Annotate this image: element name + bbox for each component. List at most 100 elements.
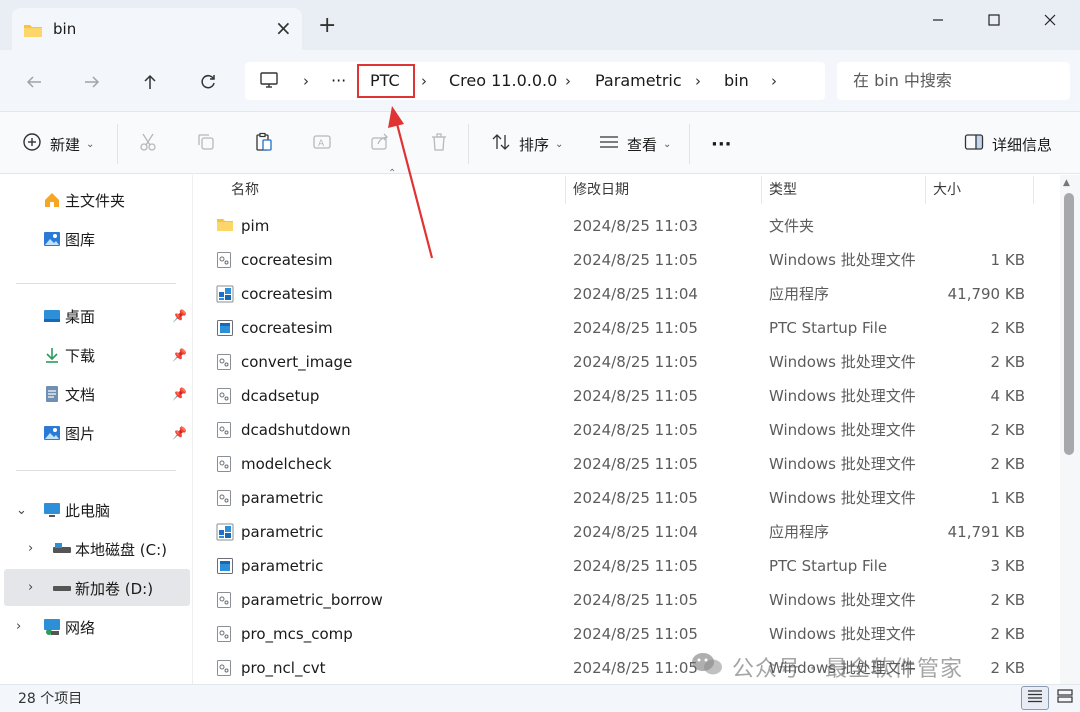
chevron-down-icon: ⌄ <box>555 138 564 150</box>
chevron-right-icon[interactable]: › <box>695 62 701 100</box>
batch-file-icon <box>216 387 234 405</box>
file-row[interactable]: dcadsetup 2024/8/25 11:05 Windows 批处理文件 4 K… <box>194 379 1060 413</box>
close-window-icon[interactable] <box>1030 8 1070 32</box>
application-icon <box>216 285 234 303</box>
file-row[interactable]: parametric 2024/8/25 11:04 应用程序 41,791 KB <box>194 515 1060 549</box>
address-bar[interactable]: › ··· PTC › Creo 11.0.0.0 › Parametric ›… <box>245 62 825 100</box>
column-divider[interactable] <box>925 176 926 204</box>
new-button[interactable]: 新建 ⌄ <box>22 131 94 157</box>
sidebar-item-label: 桌面 <box>65 307 96 326</box>
chevron-down-icon[interactable]: ⌄ <box>16 503 27 518</box>
breadcrumb-overflow[interactable]: ··· <box>331 62 346 100</box>
file-row[interactable]: parametric 2024/8/25 11:05 PTC Startup Fil… <box>194 549 1060 583</box>
pin-icon[interactable]: 📌 <box>172 426 187 440</box>
file-row[interactable]: convert_image 2024/8/25 11:05 Windows 批处理文… <box>194 345 1060 379</box>
maximize-icon[interactable] <box>974 8 1014 32</box>
sidebar-item-downloads[interactable]: 下载 <box>42 340 95 370</box>
batch-file-icon <box>216 421 234 439</box>
folder-icon <box>23 22 43 42</box>
details-pane-button[interactable]: 详细信息 <box>964 131 1052 157</box>
file-name: pro_mcs_comp <box>241 625 353 643</box>
sidebar-item-label: 本地磁盘 (C:) <box>75 540 167 559</box>
scrollbar-thumb[interactable] <box>1064 193 1074 455</box>
column-divider[interactable] <box>565 176 566 204</box>
chevron-right-icon[interactable]: › <box>303 62 309 100</box>
new-tab-button[interactable]: + <box>318 14 336 38</box>
details-view-icon <box>1027 689 1043 707</box>
chevron-right-icon[interactable]: › <box>421 62 427 100</box>
file-row[interactable]: parametric_borrow 2024/8/25 11:05 Windows … <box>194 583 1060 617</box>
column-header-type[interactable]: 类型 <box>769 180 797 200</box>
sort-button[interactable]: 排序 ⌄ <box>491 131 563 157</box>
file-row[interactable]: dcadshutdown 2024/8/25 11:05 Windows 批处理文件… <box>194 413 1060 447</box>
watermark: 公众号 · 最全软件管家 <box>690 650 963 684</box>
view-button[interactable]: 查看 ⌄ <box>599 131 671 157</box>
file-type: Windows 批处理文件 <box>769 387 916 405</box>
file-row[interactable]: modelcheck 2024/8/25 11:05 Windows 批处理文件 2 … <box>194 447 1060 481</box>
breadcrumb-ptc[interactable]: PTC <box>370 62 400 100</box>
up-arrow-icon[interactable] <box>134 66 166 98</box>
minimize-icon[interactable] <box>918 8 958 32</box>
more-options-button[interactable]: ··· <box>711 131 732 157</box>
close-tab-icon[interactable]: × <box>275 16 292 40</box>
file-name: pim <box>241 217 270 235</box>
column-divider[interactable] <box>1033 176 1034 204</box>
breadcrumb-parametric[interactable]: Parametric <box>595 62 682 100</box>
pin-icon[interactable]: 📌 <box>172 309 187 323</box>
pin-icon[interactable]: 📌 <box>172 348 187 362</box>
sidebar-item-network[interactable]: 网络 <box>42 612 95 642</box>
divider <box>16 283 176 284</box>
file-size: 2 KB <box>990 625 1025 643</box>
file-type: Windows 批处理文件 <box>769 489 916 507</box>
details-view-button[interactable] <box>1021 686 1049 710</box>
startup-file-icon <box>216 557 234 575</box>
cut-button[interactable] <box>138 131 158 157</box>
pin-icon[interactable]: 📌 <box>172 387 187 401</box>
sidebar-item-label: 主文件夹 <box>65 191 126 210</box>
sidebar-item-drive-c[interactable]: 本地磁盘 (C:) <box>52 534 167 564</box>
chevron-right-icon[interactable]: › <box>16 619 21 634</box>
back-arrow-icon[interactable] <box>18 66 50 98</box>
paste-button[interactable] <box>254 131 274 157</box>
file-row[interactable]: cocreatesim 2024/8/25 11:05 Windows 批处理文件 1… <box>194 243 1060 277</box>
search-input[interactable]: 在 bin 中搜索 <box>837 62 1070 100</box>
sidebar-item-pictures[interactable]: 图片 <box>42 418 95 448</box>
sidebar-item-drive-d[interactable]: 新加卷 (D:) <box>52 573 153 603</box>
file-row[interactable]: cocreatesim 2024/8/25 11:04 应用程序 41,790 KB <box>194 277 1060 311</box>
sidebar-item-desktop[interactable]: 桌面 <box>42 301 95 331</box>
file-modified-date: 2024/8/25 11:05 <box>573 591 698 609</box>
sidebar-item-this-pc[interactable]: 此电脑 <box>42 495 110 525</box>
refresh-icon[interactable] <box>192 66 224 98</box>
column-divider[interactable] <box>761 176 762 204</box>
breadcrumb-creo[interactable]: Creo 11.0.0.0 <box>449 62 557 100</box>
forward-arrow-icon[interactable] <box>76 66 108 98</box>
rename-button[interactable]: A <box>312 131 332 157</box>
file-row[interactable]: cocreatesim 2024/8/25 11:05 PTC Startup Fi… <box>194 311 1060 345</box>
chevron-right-icon[interactable]: › <box>565 62 571 100</box>
file-type: Windows 批处理文件 <box>769 251 916 269</box>
batch-file-icon <box>216 591 234 609</box>
sidebar-item-documents[interactable]: 文档 <box>42 379 95 409</box>
sidebar-item-gallery[interactable]: 图库 <box>42 224 95 254</box>
view-label: 查看 <box>627 135 658 154</box>
file-name: pro_ncl_cvt <box>241 659 326 677</box>
copy-button[interactable] <box>196 131 216 157</box>
column-header-name[interactable]: 名称 <box>231 180 259 200</box>
chevron-right-icon[interactable]: › <box>28 580 33 595</box>
column-header-size[interactable]: 大小 <box>933 180 961 200</box>
file-name: modelcheck <box>241 455 332 473</box>
batch-file-icon <box>216 251 234 269</box>
column-header-date[interactable]: 修改日期 <box>573 180 629 200</box>
file-row[interactable]: pro_mcs_comp 2024/8/25 11:05 Windows 批处理文件… <box>194 617 1060 651</box>
scroll-up-icon[interactable]: ▲ <box>1063 178 1070 188</box>
chevron-right-icon[interactable]: › <box>28 541 33 556</box>
breadcrumb-bin[interactable]: bin <box>724 62 749 100</box>
annotation-arrow <box>388 106 434 259</box>
file-row[interactable]: parametric 2024/8/25 11:05 Windows 批处理文件 1 … <box>194 481 1060 515</box>
chevron-right-icon[interactable]: › <box>771 62 777 100</box>
tiles-view-button[interactable] <box>1052 686 1078 710</box>
tab-bin[interactable]: bin × <box>12 8 302 50</box>
file-row[interactable]: pim 2024/8/25 11:03 文件夹 <box>194 209 1060 243</box>
sidebar-item-home[interactable]: 主文件夹 <box>42 185 125 215</box>
file-type: Windows 批处理文件 <box>769 625 916 643</box>
